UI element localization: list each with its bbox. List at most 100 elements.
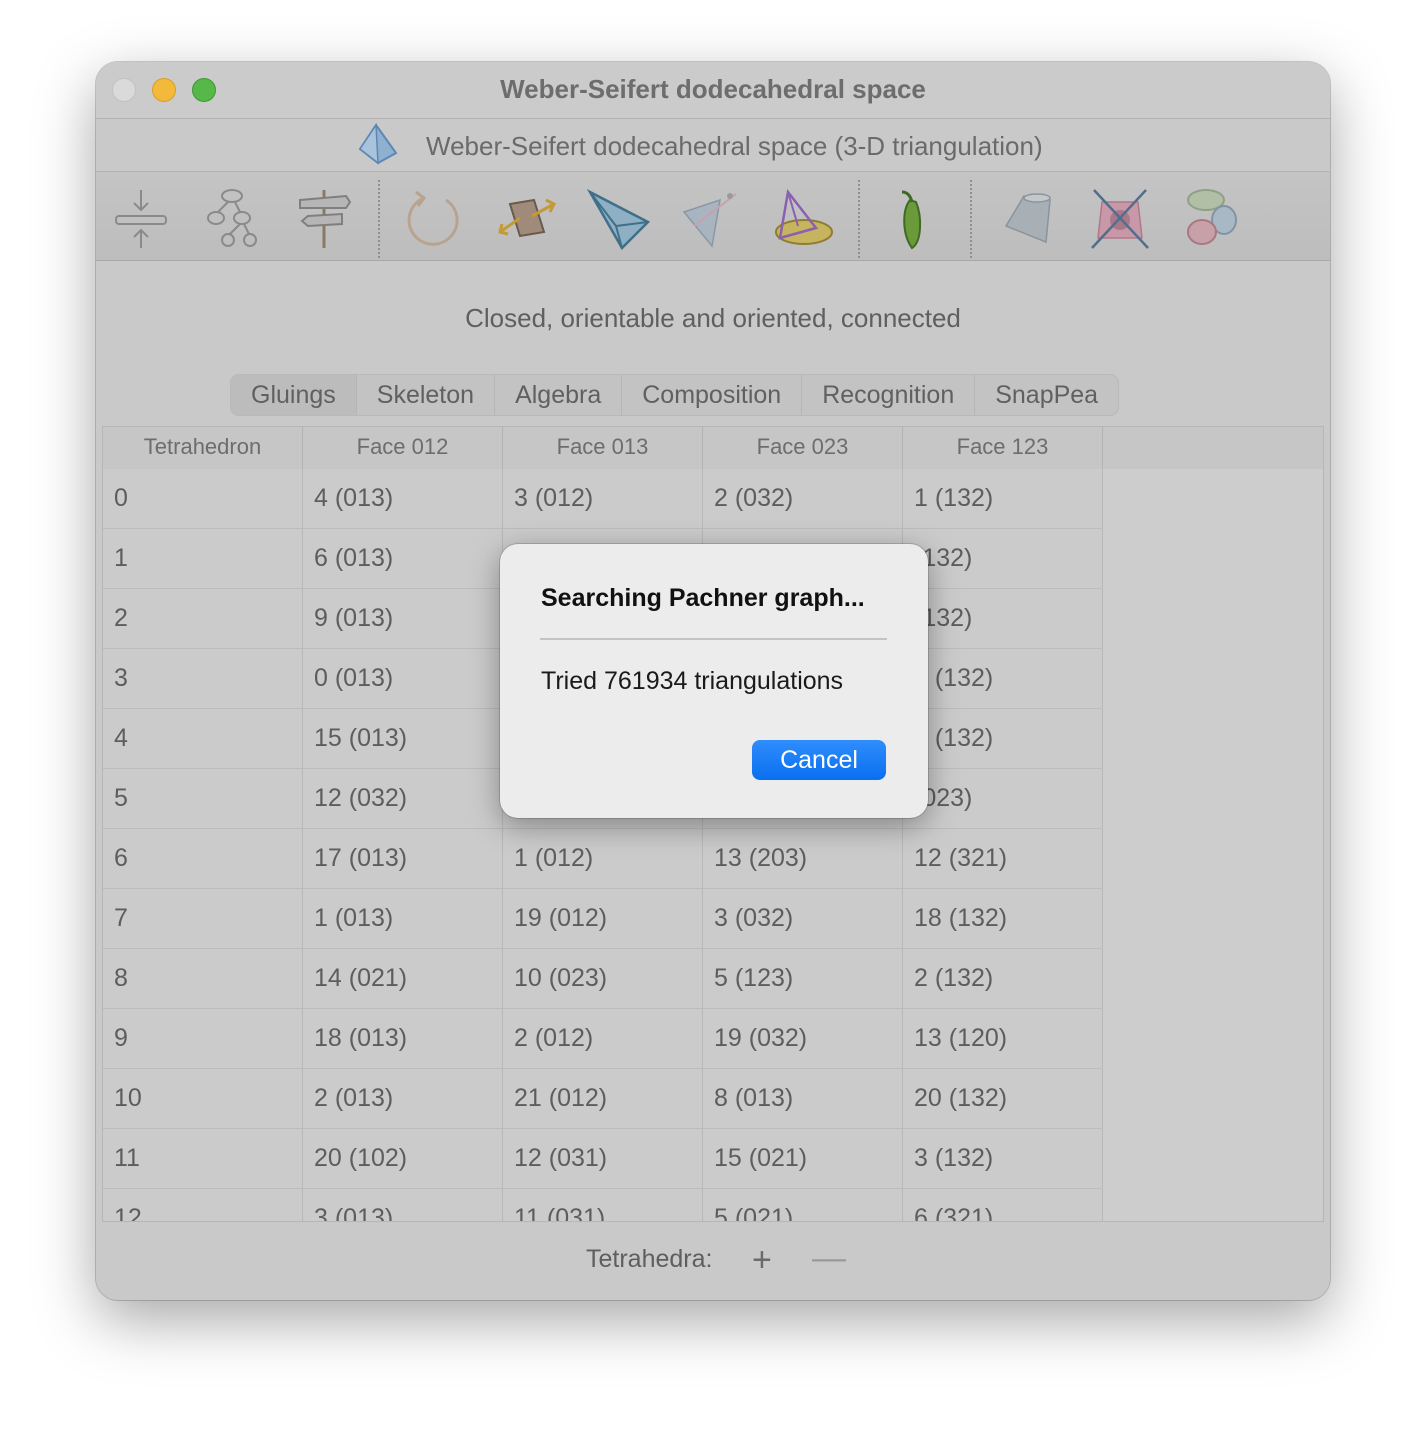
face-gluing-cell[interactable]: 9 (013) xyxy=(303,589,503,649)
toolbar-separator xyxy=(858,180,860,258)
tab-snappea[interactable]: SnapPea xyxy=(975,375,1118,415)
face-gluing-cell[interactable]: 11 (031) xyxy=(503,1189,703,1221)
cone-disc-icon[interactable] xyxy=(770,186,834,250)
face-gluing-cell[interactable]: 1 (012) xyxy=(503,829,703,889)
column-header[interactable]: Face 123 xyxy=(903,427,1103,469)
tab-skeleton[interactable]: Skeleton xyxy=(357,375,496,415)
column-header[interactable]: Face 023 xyxy=(703,427,903,469)
tetrahedron-index-cell[interactable]: 0 xyxy=(103,469,303,529)
insert-icon[interactable] xyxy=(110,186,174,250)
tetrahedron-index-cell[interactable]: 11 xyxy=(103,1129,303,1189)
tetrahedron-index-cell[interactable]: 3 xyxy=(103,649,303,709)
face-gluing-cell[interactable]: (132) xyxy=(903,589,1103,649)
rhombus-arrows-icon[interactable] xyxy=(494,186,558,250)
face-gluing-cell[interactable]: 14 (021) xyxy=(303,949,503,1009)
table-row[interactable]: 10 2 (013) 21 (012) 8 (013) 20 (132) xyxy=(103,1069,1103,1129)
face-gluing-cell[interactable]: 4 (013) xyxy=(303,469,503,529)
tetrahedron-index-cell[interactable]: 4 xyxy=(103,709,303,769)
face-gluing-cell[interactable]: 6 (013) xyxy=(303,529,503,589)
face-gluing-cell[interactable]: 1 (132) xyxy=(903,649,1103,709)
tab-bar: Gluings Skeleton Algebra Composition Rec… xyxy=(230,374,1120,416)
table-row[interactable]: 71 (013) 19 (012) 3 (032) 18 (132) xyxy=(103,889,1103,949)
pepper-icon[interactable] xyxy=(882,186,946,250)
face-gluing-cell[interactable]: (132) xyxy=(903,529,1103,589)
table-row[interactable]: 9 18 (013) 2 (012) 19 (032) 13 (120) xyxy=(103,1009,1103,1069)
vertex-link-icon[interactable] xyxy=(678,186,742,250)
face-gluing-cell[interactable]: 5 (021) xyxy=(703,1189,903,1221)
face-gluing-cell[interactable]: 3 (132) xyxy=(903,709,1103,769)
face-gluing-cell[interactable]: 12 (321) xyxy=(903,829,1103,889)
title-bar: Weber-Seifert dodecahedral space xyxy=(96,62,1330,119)
tetrahedra-footer: Tetrahedra: + — xyxy=(96,1239,1330,1295)
face-gluing-cell[interactable]: (023) xyxy=(903,769,1103,829)
tetrahedron-index-cell[interactable]: 7 xyxy=(103,889,303,949)
truncate-icon[interactable] xyxy=(996,186,1060,250)
packet-title: Weber-Seifert dodecahedral space (3-D tr… xyxy=(426,131,1043,161)
tab-algebra[interactable]: Algebra xyxy=(495,375,623,415)
face-gluing-cell[interactable]: 19 (032) xyxy=(703,1009,903,1069)
tetrahedron-index-cell[interactable]: 10 xyxy=(103,1069,303,1129)
column-header[interactable]: Face 012 xyxy=(303,427,503,469)
column-header[interactable]: Tetrahedron xyxy=(103,427,303,469)
face-gluing-cell[interactable]: 21 (012) xyxy=(503,1069,703,1129)
tetrahedron-index-cell[interactable]: 6 xyxy=(103,829,303,889)
remove-tetrahedron-button[interactable]: — xyxy=(812,1239,846,1278)
face-gluing-cell[interactable]: 17 (013) xyxy=(303,829,503,889)
face-gluing-cell[interactable]: 20 (102) xyxy=(303,1129,503,1189)
face-gluing-cell[interactable]: 1 (132) xyxy=(903,469,1103,529)
face-gluing-cell[interactable]: 12 (032) xyxy=(303,769,503,829)
table-row[interactable]: 04 (013) 3 (012) 2 (032) 1 (132) xyxy=(103,469,1103,529)
face-gluing-cell[interactable]: 6 (321) xyxy=(903,1189,1103,1221)
table-header: Tetrahedron Face 012 Face 013 Face 023 F… xyxy=(103,427,1323,469)
face-gluing-cell[interactable]: 1 (013) xyxy=(303,889,503,949)
tetrahedron-index-cell[interactable]: 5 xyxy=(103,769,303,829)
face-gluing-cell[interactable]: 3 (132) xyxy=(903,1129,1103,1189)
face-gluing-cell[interactable]: 13 (203) xyxy=(703,829,903,889)
face-gluing-cell[interactable]: 2 (012) xyxy=(503,1009,703,1069)
table-row[interactable]: 6 17 (013) 1 (012) 13 (203) 12 (321) xyxy=(103,829,1103,889)
face-gluing-cell[interactable]: 2 (013) xyxy=(303,1069,503,1129)
tetrahedron-index-cell[interactable]: 9 xyxy=(103,1009,303,1069)
add-tetrahedron-button[interactable]: + xyxy=(752,1241,772,1280)
column-header[interactable]: Face 013 xyxy=(503,427,703,469)
cross-out-icon[interactable] xyxy=(1088,186,1152,250)
tab-composition[interactable]: Composition xyxy=(622,375,803,415)
face-gluing-cell[interactable]: 2 (032) xyxy=(703,469,903,529)
face-gluing-cell[interactable]: 15 (013) xyxy=(303,709,503,769)
face-gluing-cell[interactable]: 3 (012) xyxy=(503,469,703,529)
toolbar-separator xyxy=(378,180,380,258)
face-gluing-cell[interactable]: 18 (013) xyxy=(303,1009,503,1069)
face-gluing-cell[interactable]: 15 (021) xyxy=(703,1129,903,1189)
toolbar-separator xyxy=(970,180,972,258)
tetrahedron-icon[interactable] xyxy=(586,186,651,251)
face-gluing-cell[interactable]: 19 (012) xyxy=(503,889,703,949)
tetrahedron-index-cell[interactable]: 8 xyxy=(103,949,303,1009)
table-row[interactable]: 8 14 (021) 10 (023) 5 (123) 2 (132) xyxy=(103,949,1103,1009)
face-gluing-cell[interactable]: 20 (132) xyxy=(903,1069,1103,1129)
face-gluing-cell[interactable]: 0 (013) xyxy=(303,649,503,709)
table-row[interactable]: 11 20 (102) 12 (031) 15 (021) 3 (132) xyxy=(103,1129,1103,1189)
face-gluing-cell[interactable]: 10 (023) xyxy=(503,949,703,1009)
tetrahedron-index-cell[interactable]: 1 xyxy=(103,529,303,589)
tree-icon[interactable] xyxy=(202,186,266,250)
face-gluing-cell[interactable]: 5 (123) xyxy=(703,949,903,1009)
face-gluing-cell[interactable]: 8 (013) xyxy=(703,1069,903,1129)
face-gluing-cell[interactable]: 3 (013) xyxy=(303,1189,503,1221)
signpost-icon[interactable] xyxy=(294,186,358,250)
face-gluing-cell[interactable]: 2 (132) xyxy=(903,949,1103,1009)
tetrahedron-index-cell[interactable]: 2 xyxy=(103,589,303,649)
table-row[interactable]: 12 3 (013) 11 (031) 5 (021) 6 (321) xyxy=(103,1189,1103,1221)
face-gluing-cell[interactable]: 12 (031) xyxy=(503,1129,703,1189)
blobs-icon[interactable] xyxy=(1180,186,1244,250)
tab-recognition[interactable]: Recognition xyxy=(802,375,976,415)
tetrahedron-index-cell[interactable]: 12 xyxy=(103,1189,303,1221)
tetrahedra-label: Tetrahedra: xyxy=(586,1245,713,1273)
face-gluing-cell[interactable]: 3 (032) xyxy=(703,889,903,949)
cancel-button[interactable]: Cancel xyxy=(752,740,886,780)
tab-gluings[interactable]: Gluings xyxy=(231,375,357,415)
progress-dialog: Searching Pachner graph... Tried 761934 … xyxy=(500,544,928,818)
triangulation-status: Closed, orientable and oriented, connect… xyxy=(465,303,961,333)
face-gluing-cell[interactable]: 13 (120) xyxy=(903,1009,1103,1069)
face-gluing-cell[interactable]: 18 (132) xyxy=(903,889,1103,949)
refresh-icon[interactable] xyxy=(402,186,466,250)
